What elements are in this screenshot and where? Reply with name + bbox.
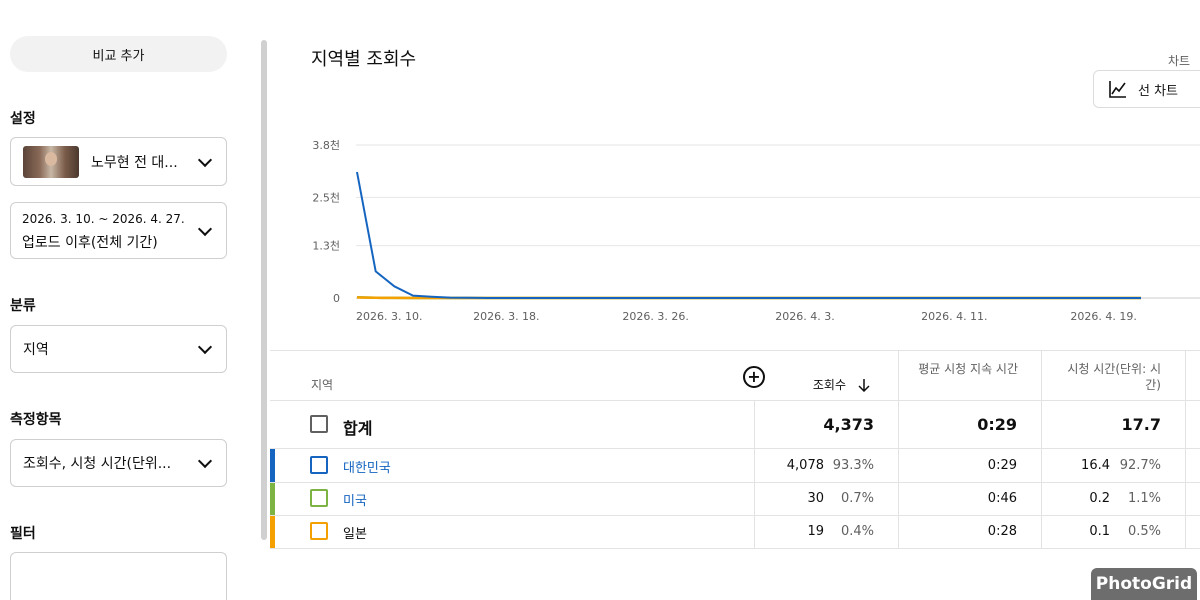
sort-descending-icon[interactable]: [857, 378, 871, 392]
column-header-views[interactable]: 조회수: [780, 377, 846, 393]
y-axis-ticks: 3.8천 2.5천 1.3천 0: [312, 138, 340, 305]
total-label: 합계: [343, 419, 373, 438]
views-value: 4,078: [786, 458, 824, 473]
y-tick-label: 0: [333, 292, 340, 305]
column-divider: [754, 400, 755, 548]
series-color-bar: [270, 516, 275, 548]
region-link[interactable]: 미국: [343, 490, 367, 509]
y-tick-label: 3.8천: [312, 138, 340, 152]
views-percent: 0.4%: [840, 524, 874, 539]
watch-time-percent: 92.7%: [1119, 458, 1161, 473]
total-avg-duration: 0:29: [977, 415, 1017, 434]
add-column-icon[interactable]: +: [743, 366, 765, 388]
views-value: 30: [807, 491, 824, 506]
chart-gridlines: [356, 144, 1200, 299]
series-color-bar: [270, 449, 275, 482]
series-line-korea: [356, 171, 1141, 299]
total-watch-time: 17.7: [1121, 415, 1161, 434]
watch-time-percent: 1.1%: [1127, 491, 1161, 506]
region-link[interactable]: 일본: [343, 523, 367, 542]
column-header-avg-duration[interactable]: 평균 시청 지속 시간: [912, 361, 1018, 377]
filter-select[interactable]: [10, 552, 227, 600]
row-checkbox[interactable]: [310, 522, 328, 540]
y-tick-label: 2.5천: [312, 190, 340, 204]
x-tick-label: 2026. 4. 11.: [921, 310, 987, 323]
x-axis-ticks: 2026. 3. 10. 2026. 3. 18. 2026. 3. 26. 2026…: [356, 310, 1137, 323]
x-tick-label: 2026. 3. 18.: [473, 310, 539, 323]
metrics-select-label: 조회수, 시청 시간(단위...: [23, 456, 172, 472]
series-color-bar: [270, 483, 275, 515]
region-link[interactable]: 대한민국: [343, 457, 391, 476]
views-percent: 93.3%: [832, 458, 874, 473]
category-select-label: 지역: [23, 342, 49, 358]
table-header-border: [270, 400, 1200, 401]
watch-time-percent: 0.5%: [1127, 524, 1161, 539]
total-checkbox[interactable]: [310, 415, 328, 433]
x-tick-label: 2026. 3. 26.: [622, 310, 688, 323]
avg-duration-value: 0:46: [987, 491, 1017, 506]
metrics-heading: 측정항목: [10, 412, 62, 428]
filter-heading: 필터: [10, 526, 36, 542]
column-divider: [1185, 350, 1186, 548]
total-views: 4,373: [823, 415, 874, 434]
table-top-border: [270, 350, 1200, 351]
metrics-select[interactable]: 조회수, 시청 시간(단위...: [10, 439, 227, 487]
avg-duration-value: 0:28: [987, 524, 1017, 539]
views-percent: 0.7%: [840, 491, 874, 506]
table-row-border: [270, 482, 1200, 483]
x-tick-label: 2026. 4. 19.: [1070, 310, 1136, 323]
table-row-border: [270, 515, 1200, 516]
column-header-region[interactable]: 지역: [311, 377, 333, 393]
watch-time-value: 0.1: [1089, 524, 1110, 539]
watermark-logo: PhotoGrid: [1091, 568, 1197, 600]
row-checkbox[interactable]: [310, 456, 328, 474]
x-tick-label: 2026. 3. 10.: [356, 310, 422, 323]
y-tick-label: 1.3천: [312, 239, 340, 253]
row-checkbox[interactable]: [310, 489, 328, 507]
chevron-down-icon: [197, 453, 213, 469]
x-tick-label: 2026. 4. 3.: [775, 310, 834, 323]
table-total-border: [270, 448, 1200, 449]
line-chart: 3.8천2.5천1.3천0 2026. 3. 10. 2026. 3. 18. 20…: [312, 138, 1200, 323]
chart-series: [356, 171, 1141, 300]
table-row-border: [270, 548, 1200, 549]
column-divider: [1041, 350, 1042, 548]
column-header-watch-time[interactable]: 시청 시간(단위: 시간): [1055, 361, 1161, 393]
chevron-down-icon: [197, 339, 213, 355]
column-divider: [898, 350, 899, 548]
avg-duration-value: 0:29: [987, 458, 1017, 473]
views-value: 19: [807, 524, 824, 539]
watch-time-value: 16.4: [1081, 458, 1110, 473]
watch-time-value: 0.2: [1089, 491, 1110, 506]
